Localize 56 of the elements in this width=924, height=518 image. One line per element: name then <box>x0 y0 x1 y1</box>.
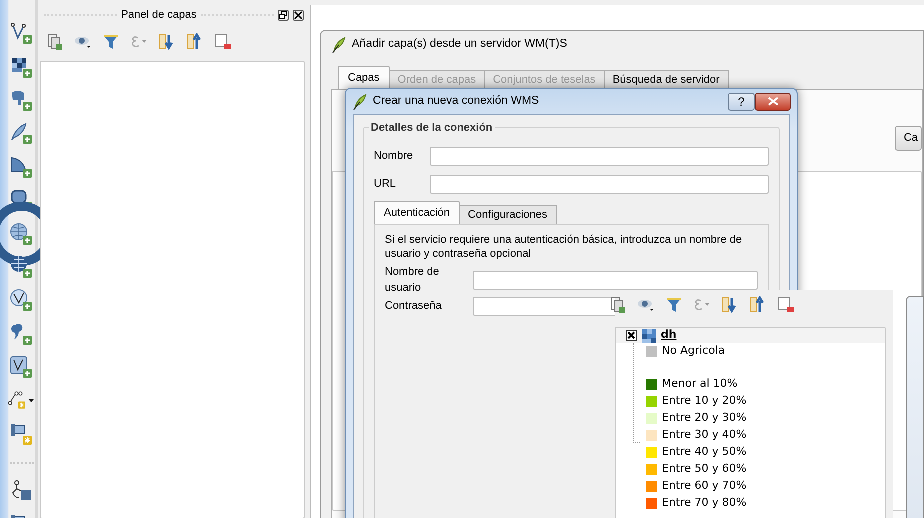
add-group-icon[interactable] <box>46 33 64 51</box>
legend-label: Menor al 10% <box>662 376 738 392</box>
legend-label: Entre 60 y 70% <box>662 478 747 494</box>
comma-icon[interactable] <box>10 322 33 346</box>
remove-layer-icon[interactable] <box>214 33 232 51</box>
pipe-icon[interactable] <box>10 422 33 446</box>
field-label: Contraseña <box>385 298 443 314</box>
globe-grid-icon[interactable] <box>10 256 33 279</box>
leaf-icon <box>331 36 347 54</box>
legend-label: Entre 20 y 30% <box>662 410 747 426</box>
input-field[interactable] <box>473 270 758 290</box>
legend-label: Entre 70 y 80% <box>662 495 747 512</box>
float-button[interactable] <box>278 10 289 20</box>
filter-icon[interactable] <box>665 296 683 314</box>
layer-name[interactable]: dh <box>661 327 677 344</box>
legend-label: Entre 40 y 50% <box>662 444 747 460</box>
layer-checkbox[interactable] <box>626 327 637 344</box>
filter-icon[interactable] <box>102 33 120 51</box>
input-field[interactable] <box>430 174 769 194</box>
toolbar-grip <box>10 462 34 464</box>
sail-icon[interactable] <box>10 156 33 179</box>
vector-layer-icon[interactable] <box>10 22 33 46</box>
legend-label: Entre 10 y 20% <box>662 393 747 410</box>
panel-title: Panel de capas <box>121 8 197 23</box>
window-title: Añadir capa(s) desde un servidor WM(T)S <box>352 37 568 52</box>
leaf-icon <box>352 92 368 110</box>
globe-icon[interactable] <box>10 222 33 246</box>
field-label: Nombre <box>374 148 414 164</box>
close-button[interactable] <box>755 92 791 110</box>
field-label: Nombre de usuario <box>385 264 440 296</box>
collapse-all-icon[interactable] <box>749 296 767 314</box>
legend-label: No Agricola <box>662 343 726 360</box>
virtual-layer-icon[interactable] <box>10 356 33 380</box>
auth-note: Si el servicio requiere una autenticación básica, introduzca un nombre de usuario y contraseña opcional <box>385 233 744 261</box>
window-title: Crear una nueva conexión WMS <box>373 94 540 109</box>
tab[interactable]: Autenticación <box>374 200 460 224</box>
remove-layer-icon[interactable] <box>777 296 795 314</box>
tab[interactable]: Búsqueda de servidor <box>604 70 729 89</box>
help-button[interactable]: ? <box>728 92 755 110</box>
expand-all-icon[interactable] <box>158 33 176 51</box>
collapse-all-icon[interactable] <box>186 33 204 51</box>
raster-layer-icon <box>642 328 656 342</box>
tab[interactable]: Capas <box>338 66 390 89</box>
globe-vector-icon[interactable] <box>10 289 33 312</box>
expand-all-icon[interactable] <box>721 296 739 314</box>
close-icon <box>768 97 778 106</box>
legend-label: Entre 50 y 60% <box>662 461 747 478</box>
legend-label: Entre 30 y 40% <box>662 427 747 444</box>
cancel-button[interactable]: Ca <box>894 126 922 151</box>
add-group-icon[interactable] <box>609 296 627 314</box>
feather-icon[interactable] <box>10 122 33 146</box>
close-button[interactable] <box>293 10 304 20</box>
field-label: URL <box>374 176 398 192</box>
input-field[interactable] <box>430 146 769 166</box>
raster-layer-icon[interactable] <box>10 56 33 79</box>
tab[interactable]: Configuraciones <box>459 204 557 224</box>
